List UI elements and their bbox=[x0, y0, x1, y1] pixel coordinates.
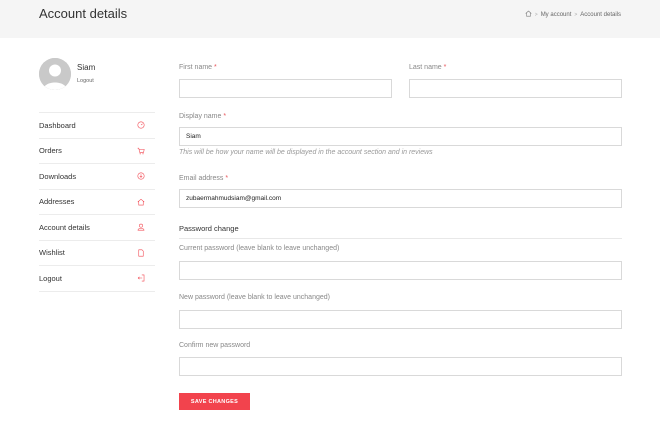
nav-item-dashboard[interactable]: Dashboard bbox=[39, 113, 155, 139]
nav-item-label: Account details bbox=[39, 222, 90, 232]
required-mark: * bbox=[223, 113, 227, 120]
avatar bbox=[39, 58, 71, 90]
nav-item-label: Addresses bbox=[39, 197, 75, 207]
required-mark: * bbox=[214, 64, 217, 71]
home-icon bbox=[137, 198, 145, 206]
confirm-password-input[interactable] bbox=[179, 357, 622, 376]
page-title: Account details bbox=[39, 6, 128, 21]
required-mark: * bbox=[443, 64, 447, 71]
nav-item-orders[interactable]: Orders bbox=[39, 139, 155, 164]
display-name-input[interactable] bbox=[179, 127, 622, 146]
confirm-password-label: Confirm new password bbox=[179, 342, 251, 349]
nav-item-label: Dashboard bbox=[39, 120, 76, 130]
nav-item-label: Wishlist bbox=[39, 248, 65, 258]
current-password-input[interactable] bbox=[179, 261, 622, 280]
user-icon bbox=[137, 223, 145, 231]
first-name-input[interactable] bbox=[179, 79, 392, 98]
last-name-label-text: Last name bbox=[409, 64, 442, 71]
breadcrumb-separator: > bbox=[574, 11, 578, 18]
download-icon bbox=[137, 172, 145, 180]
current-password-label: Current password (leave blank to leave u… bbox=[179, 245, 340, 252]
last-name-input[interactable] bbox=[409, 79, 622, 98]
breadcrumb-my-account[interactable]: My account bbox=[541, 12, 572, 18]
user-placeholder-icon bbox=[39, 58, 71, 90]
home-icon[interactable] bbox=[525, 10, 532, 19]
display-name-label: Display name * bbox=[179, 113, 226, 120]
breadcrumb-separator: > bbox=[534, 11, 538, 18]
breadcrumb: > My account > Account details bbox=[525, 10, 621, 19]
display-name-label-text: Display name bbox=[179, 113, 222, 120]
first-name-label-text: First name bbox=[179, 64, 213, 71]
cart-icon bbox=[137, 147, 145, 155]
display-name-hint: This will be how your name will be displ… bbox=[179, 149, 433, 156]
account-nav: Dashboard Orders Downloads Addresses Acc… bbox=[39, 112, 155, 292]
nav-item-logout[interactable]: Logout bbox=[39, 266, 155, 292]
email-label: Email address * bbox=[179, 175, 228, 182]
breadcrumb-account-details: Account details bbox=[580, 11, 621, 18]
nav-item-label: Logout bbox=[39, 273, 62, 283]
nav-item-downloads[interactable]: Downloads bbox=[39, 164, 155, 190]
new-password-label: New password (leave blank to leave uncha… bbox=[179, 294, 330, 301]
page-header: Account details > My account > Account d… bbox=[0, 0, 660, 38]
section-divider bbox=[179, 238, 622, 239]
email-label-text: Email address bbox=[179, 175, 224, 182]
save-changes-button[interactable]: SAVE CHANGES bbox=[179, 393, 250, 410]
email-input[interactable] bbox=[179, 189, 622, 208]
required-mark: * bbox=[225, 175, 229, 182]
document-icon bbox=[137, 249, 145, 257]
first-name-label: First name * bbox=[179, 64, 217, 71]
user-name: Siam bbox=[77, 63, 96, 72]
logout-icon bbox=[137, 274, 145, 282]
user-box: Siam Logout bbox=[39, 58, 155, 94]
nav-item-label: Downloads bbox=[39, 171, 77, 181]
user-logout-link[interactable]: Logout bbox=[77, 78, 94, 84]
dashboard-gauge-icon bbox=[137, 121, 145, 129]
nav-item-wishlist[interactable]: Wishlist bbox=[39, 241, 155, 266]
nav-item-account-details[interactable]: Account details bbox=[39, 215, 155, 241]
new-password-input[interactable] bbox=[179, 310, 622, 329]
nav-item-addresses[interactable]: Addresses bbox=[39, 190, 155, 215]
password-change-heading: Password change bbox=[179, 224, 239, 233]
nav-item-label: Orders bbox=[39, 146, 62, 156]
last-name-label: Last name * bbox=[409, 64, 446, 71]
